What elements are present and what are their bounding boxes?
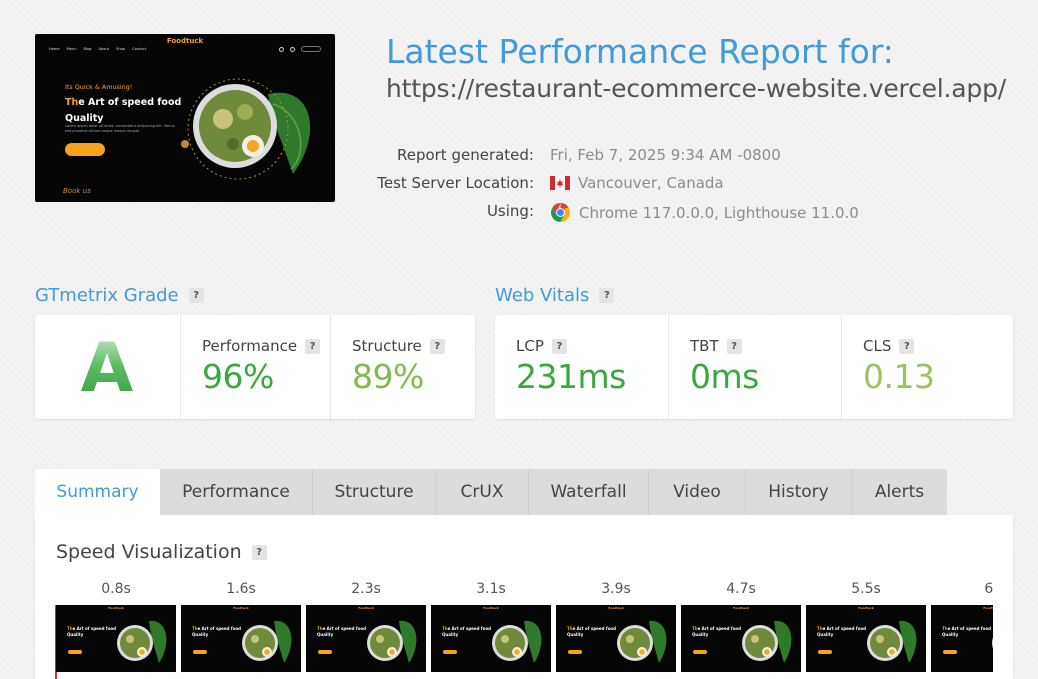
frame-time-label: 3.1s	[476, 581, 506, 597]
grade-letter: A	[35, 329, 179, 408]
food-bowl-illustration	[181, 78, 311, 180]
thumb-brand: Foodtuck	[166, 37, 204, 45]
thumb-signature: Book us	[63, 187, 91, 195]
performance-cell: Performance? 96%	[180, 315, 330, 419]
cls-value: 0.13	[863, 357, 935, 396]
report-generated-label: Report generated:	[396, 146, 534, 164]
canada-flag-icon	[550, 176, 570, 190]
thumb-nav-item: Blog	[83, 47, 92, 51]
thumb-nav-item: About	[98, 47, 110, 51]
frame-time-label: 4.7s	[726, 581, 756, 597]
cls-cell: CLS? 0.13	[841, 315, 1013, 419]
help-icon[interactable]: ?	[899, 338, 915, 354]
location-label: Test Server Location:	[377, 174, 534, 192]
tab-waterfall[interactable]: Waterfall	[528, 469, 648, 515]
report-tabs: Summary Performance Structure CrUX Water…	[35, 469, 947, 515]
filmstrip-frame[interactable]: FoodtuckThe Art of speed food Quality	[681, 605, 801, 672]
report-url[interactable]: https://restaurant-ecommerce-website.ver…	[386, 74, 1006, 103]
site-screenshot-thumbnail: Foodtuck Home Menu Blog About Shop Conta…	[35, 34, 335, 202]
performance-value: 96%	[202, 357, 274, 396]
web-vitals-title: Web Vitals ?	[495, 285, 615, 306]
thumb-paragraph: Lorem ipsum dolor sit amet, consectetur …	[65, 124, 175, 133]
using-value: Chrome 117.0.0.0, Lighthouse 11.0.0	[550, 202, 859, 223]
tab-performance[interactable]: Performance	[160, 469, 312, 515]
tbt-label: TBT	[690, 337, 719, 355]
thumb-kicker: Its Quick & Amusing!	[65, 83, 133, 91]
filmstrip-frame[interactable]: FoodtuckThe Art of speed food Quality	[931, 605, 993, 672]
thumb-nav-icons	[279, 46, 321, 52]
gtmetrix-grade-title: GTmetrix Grade ?	[35, 285, 204, 306]
help-icon[interactable]: ?	[599, 288, 615, 303]
tab-crux[interactable]: CrUX	[435, 469, 528, 515]
tab-video[interactable]: Video	[648, 469, 745, 515]
filmstrip-frame[interactable]: FoodtuckThe Art of speed food Quality	[181, 605, 301, 672]
performance-label: Performance	[202, 337, 298, 355]
lcp-value: 231ms	[516, 357, 626, 396]
report-title: Latest Performance Report for:	[386, 32, 894, 71]
tab-summary[interactable]: Summary	[35, 469, 160, 515]
frame-time-label: 2.3s	[351, 581, 381, 597]
summary-panel: Speed Visualization ? 0.8s Foodtuck The Ar…	[35, 515, 1013, 679]
lcp-cell: LCP? 231ms	[495, 315, 668, 419]
using-label: Using:	[486, 202, 534, 220]
tbt-value: 0ms	[690, 357, 759, 396]
report-generated-value: Fri, Feb 7, 2025 9:34 AM -0800	[550, 146, 781, 164]
tab-history[interactable]: History	[745, 469, 851, 515]
thumb-cta	[65, 143, 105, 156]
frame-time-label: 3.9s	[601, 581, 631, 597]
thumb-nav-item: Shop	[116, 47, 126, 51]
speed-visualization-title: Speed Visualization ?	[56, 541, 267, 563]
filmstrip-frame[interactable]: FoodtuckThe Art of speed food Quality	[806, 605, 926, 672]
filmstrip-frame[interactable]: FoodtuckThe Art of speed food Quality	[556, 605, 676, 672]
thumb-nav-item: Contact	[132, 47, 147, 51]
tab-structure[interactable]: Structure	[312, 469, 435, 515]
frame-time-label: 1.6s	[226, 581, 256, 597]
tbt-cell: TBT? 0ms	[668, 315, 841, 419]
structure-label: Structure	[352, 337, 422, 355]
frame-time-label: 6.	[984, 581, 993, 597]
thumb-nav-item: Menu	[66, 47, 77, 51]
filmstrip-frame[interactable]: FoodtuckThe Art of speed food Quality	[306, 605, 426, 672]
gtmetrix-grade-card: A Performance? 96% Structure? 89%	[35, 315, 475, 419]
web-vitals-card: LCP? 231ms TBT? 0ms CLS? 0.13	[495, 315, 1013, 419]
filmstrip[interactable]: 0.8s Foodtuck The Art of speed food Qualit…	[55, 579, 993, 679]
filmstrip-frame[interactable]: FoodtuckThe Art of speed food Quality	[431, 605, 551, 672]
help-icon[interactable]: ?	[305, 338, 321, 354]
chrome-icon	[551, 203, 570, 222]
location-value: Vancouver, Canada	[550, 174, 724, 192]
help-icon[interactable]: ?	[726, 338, 742, 354]
frame-time-label: 5.5s	[851, 581, 881, 597]
structure-cell: Structure? 89%	[330, 315, 475, 419]
structure-value: 89%	[352, 357, 424, 396]
help-icon[interactable]: ?	[551, 338, 567, 354]
filmstrip-frame[interactable]: FoodtuckThe Art of speed food Quality	[56, 605, 176, 672]
help-icon[interactable]: ?	[188, 288, 204, 303]
lcp-label: LCP	[516, 337, 544, 355]
grade-cell: A	[35, 315, 180, 419]
frame-time-label: 0.8s	[101, 581, 131, 597]
thumb-nav-item: Home	[49, 47, 60, 51]
help-icon[interactable]: ?	[429, 338, 445, 354]
tab-alerts[interactable]: Alerts	[851, 469, 947, 515]
help-icon[interactable]: ?	[251, 544, 267, 560]
cls-label: CLS	[863, 337, 892, 355]
thumb-nav: Home Menu Blog About Shop Contact	[49, 47, 146, 51]
